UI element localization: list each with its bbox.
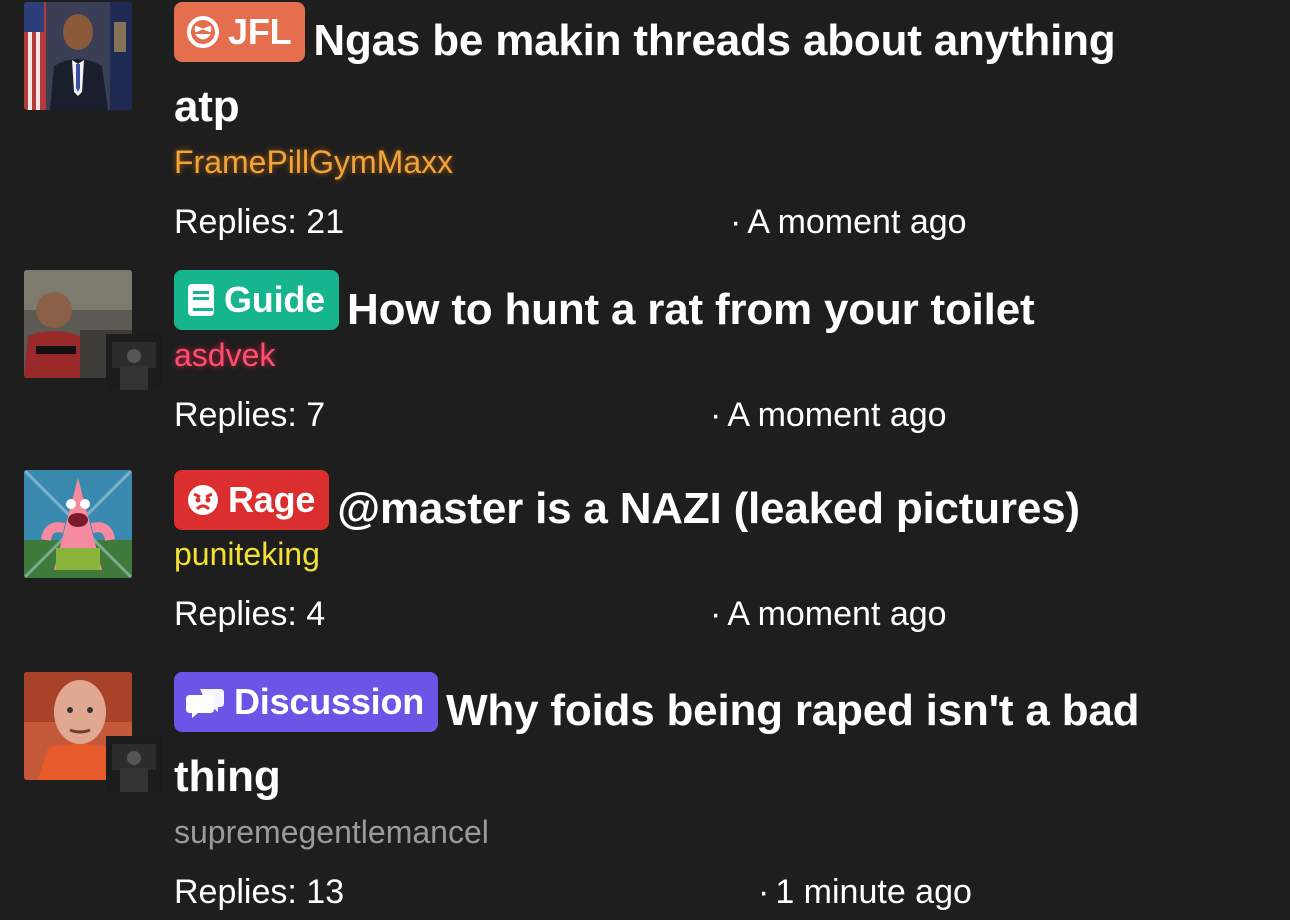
- thread-title[interactable]: Guide How to hunt a rat from your toilet: [174, 270, 1260, 343]
- author-name[interactable]: supremegentlemancel: [174, 812, 1260, 852]
- avatar-group: [24, 2, 164, 132]
- timestamp: · A moment ago: [730, 196, 967, 248]
- thread-list: JFL Ngas be makin threads about anything a…: [0, 0, 1290, 920]
- avatar[interactable]: [24, 2, 132, 110]
- thread-title-text: @master is a NAZI (leaked pictures): [337, 484, 1080, 533]
- timestamp: · 1 minute ago: [758, 866, 972, 918]
- last-poster-avatar[interactable]: [106, 334, 162, 390]
- separator: ·: [710, 595, 722, 633]
- separator: ·: [710, 396, 722, 434]
- tag-guide[interactable]: Guide: [174, 270, 340, 330]
- separator: ·: [758, 873, 770, 911]
- last-poster-avatar[interactable]: [106, 736, 162, 792]
- tag-label: Guide: [224, 279, 326, 320]
- thread-meta: Replies: 13 · 1 minute ago: [174, 866, 1260, 918]
- thread-title-text: Ngas be makin threads about anything: [313, 16, 1116, 65]
- thread-content: Discussion Why foids being raped isn't a …: [174, 672, 1260, 918]
- tag-jfl[interactable]: JFL: [174, 2, 306, 62]
- avatar-group: [24, 270, 164, 400]
- timestamp-text: A moment ago: [747, 203, 967, 241]
- timestamp-text: A moment ago: [727, 396, 947, 434]
- thread-title-text: How to hunt a rat from your toilet: [347, 285, 1035, 334]
- thread-title-text-cont: thing: [174, 752, 281, 801]
- thread-meta: Replies: 4 · A moment ago: [174, 588, 1260, 640]
- timestamp-text: 1 minute ago: [775, 873, 972, 911]
- thread-meta: Replies: 7 · A moment ago: [174, 389, 1260, 441]
- reply-count: Replies: 13: [174, 873, 345, 911]
- chat-bubbles-icon: [186, 685, 226, 719]
- thread-title[interactable]: Rage @master is a NAZI (leaked pictures): [174, 470, 1260, 542]
- tag-rage[interactable]: Rage: [174, 470, 330, 530]
- thread-content: JFL Ngas be makin threads about anything a…: [174, 2, 1260, 248]
- thread-meta: Replies: 21 · A moment ago: [174, 196, 1260, 248]
- avatar-group: [24, 470, 164, 600]
- angry-face-icon: [186, 483, 220, 517]
- tag-label: Discussion: [234, 681, 425, 722]
- thread-title[interactable]: Discussion Why foids being raped isn't a …: [174, 672, 1260, 810]
- tag-discussion[interactable]: Discussion: [174, 672, 439, 732]
- separator: ·: [730, 203, 742, 241]
- thread-title[interactable]: JFL Ngas be makin threads about anything a…: [174, 2, 1260, 140]
- author-name[interactable]: FramePillGymMaxx: [174, 142, 1260, 182]
- thread-content: Rage @master is a NAZI (leaked pictures) …: [174, 470, 1260, 640]
- book-icon: [186, 282, 216, 318]
- timestamp: · A moment ago: [710, 588, 947, 640]
- thread-content: Guide How to hunt a rat from your toilet …: [174, 270, 1260, 441]
- thread-title-text-cont: atp: [174, 82, 240, 131]
- reply-count: Replies: 4: [174, 595, 326, 633]
- timestamp: · A moment ago: [710, 389, 947, 441]
- avatar-group: [24, 672, 164, 802]
- tag-label: JFL: [228, 11, 292, 52]
- avatar[interactable]: [24, 470, 132, 578]
- timestamp-text: A moment ago: [727, 595, 947, 633]
- thread-title-text: Why foids being raped isn't a bad: [446, 686, 1140, 735]
- reply-count: Replies: 21: [174, 203, 345, 241]
- laughing-face-icon: [186, 15, 220, 49]
- reply-count: Replies: 7: [174, 396, 326, 434]
- tag-label: Rage: [228, 479, 316, 520]
